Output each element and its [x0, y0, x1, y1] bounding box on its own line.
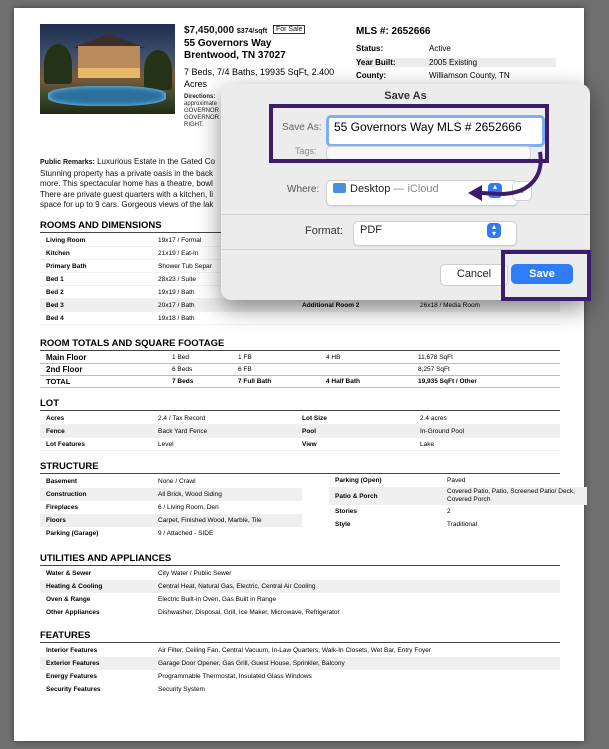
fact-row: County: Williamson County, TN [356, 71, 510, 80]
table-row: Stories 2 [335, 508, 451, 515]
section-title: UTILITIES AND APPLIANCES [40, 553, 560, 566]
utilities-section: UTILITIES AND APPLIANCES Water & Sewer Ci… [40, 553, 560, 619]
divider [221, 214, 590, 215]
status-badge: For Sale [272, 25, 306, 34]
where-label: Where: [287, 184, 320, 195]
table-row: Exterior Features Garage Door Opener, Gas… [40, 657, 560, 670]
dialog-title: Save As [384, 90, 427, 102]
table-row: Interior Features Air Filter, Ceiling Fan… [46, 647, 431, 654]
table-row: Oven & Range Electric Built-in Oven, Gas … [46, 596, 277, 603]
table-row-total: TOTAL 7 Beds 7 Full Bath 4 Half Bath 19,935 … [40, 376, 560, 388]
format-stepper-icon: ▴ ▾ [487, 223, 501, 238]
annotation-arrow-icon [468, 151, 543, 201]
table-row: Energy Features Programmable Thermostat, … [46, 673, 312, 680]
address-line1: 55 Governors Way [184, 38, 272, 49]
table-row: Main Floor 1 Bed 1 FB 4 HB 11,678 SqFt [40, 352, 560, 364]
features-section: FEATURES Interior Features Air Filter, Ce… [40, 630, 560, 696]
cancel-button[interactable]: Cancel [440, 264, 508, 286]
section-title: LOT [40, 398, 560, 411]
table-row: Other Appliances Dishwasher, Disposal, Gr… [46, 609, 340, 616]
public-remarks: Public Remarks: Luxurious Estate in the … [40, 157, 215, 209]
table-row: Lot Features Level View Lake [40, 438, 560, 451]
table-row: Style Traditional [335, 521, 478, 528]
table-row: Bed 3 20x17 / Bath Additional Room 2 26x18 … [40, 299, 560, 312]
table-row: Parking (Open) Paved [335, 477, 466, 484]
section-title: STRUCTURE [40, 461, 560, 474]
table-row: Basement None / Crawl [46, 478, 196, 485]
section-title: ROOM TOTALS AND SQUARE FOOTAGE [40, 338, 560, 351]
mls-number: MLS #: 2652666 [356, 26, 431, 37]
listing-price: $7,450,000 $374/sqft For Sale [184, 25, 306, 36]
lot-section: LOT Acres 2.4 / Tax Record Lot Size 2.4 acr… [40, 398, 560, 451]
address-line2: Brentwood, TN 37027 [184, 50, 286, 61]
folder-icon [333, 183, 346, 193]
table-row: Security Features Security System [46, 686, 205, 693]
format-label: Format: [305, 225, 343, 237]
table-row: Water & Sewer City Water / Public Sewer [46, 570, 232, 577]
table-row: Patio & Porch Covered Patio, Patio, Scree… [329, 487, 587, 505]
table-row: 2nd Floor 6 Beds 6 FB 8,257 SqFt [40, 364, 560, 376]
directions-text: approximate GOVERNOR GOVERNOR RIGHT. [184, 101, 220, 128]
sqft-section: ROOM TOTALS AND SQUARE FOOTAGE Main Floo… [40, 338, 560, 388]
section-title: FEATURES [40, 630, 560, 643]
table-row: Acres 2.4 / Tax Record Lot Size 2.4 acres [40, 412, 560, 425]
structure-section: STRUCTURE Basement None / Crawl Construct… [40, 461, 587, 540]
table-row: Heating & Cooling Central Heat, Natural G… [40, 580, 560, 593]
fact-row: Status: Active [356, 44, 451, 53]
save-button[interactable]: Save [511, 264, 573, 284]
table-row: Fireplaces 6 / Living Room, Den [46, 504, 219, 511]
table-row: Construction All Brick, Wood Siding [40, 488, 302, 501]
fact-row: Year Built: 2005 Existing [356, 58, 556, 67]
table-row: Parking (Garage) 9 / Attached - SIDE [46, 530, 214, 537]
table-row: Bed 4 19x18 / Bath [40, 312, 560, 325]
table-row: Fence Back Yard Fence Pool In-Ground Pool [40, 425, 560, 438]
table-row: Floors Carpet, Finished Wood, Marble, Til… [40, 514, 302, 527]
property-photo [40, 24, 175, 114]
